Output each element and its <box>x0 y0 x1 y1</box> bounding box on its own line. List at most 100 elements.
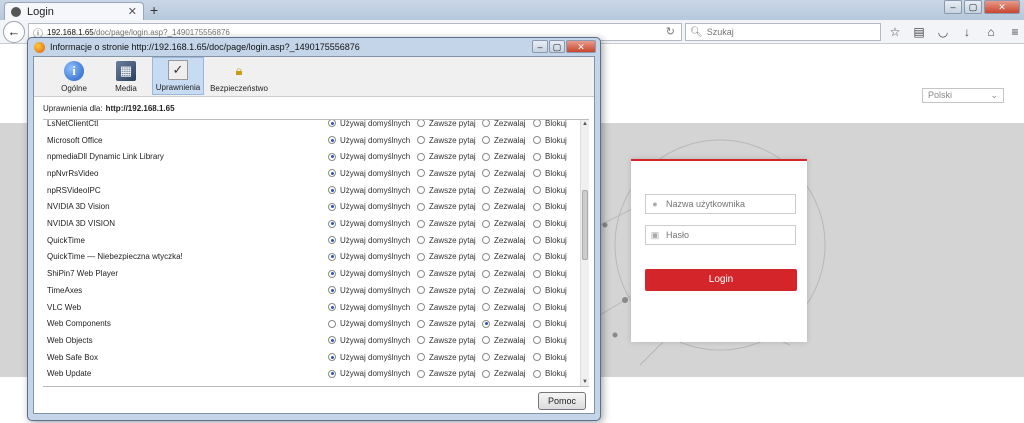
permission-option[interactable]: Zawsze pytaj <box>417 252 476 261</box>
radio-button[interactable] <box>533 269 541 278</box>
permission-option[interactable]: Używaj domyślnych <box>328 169 410 178</box>
password-input[interactable] <box>666 230 786 240</box>
permission-option[interactable]: Zawsze pytaj <box>417 219 476 228</box>
permission-option[interactable]: Używaj domyślnych <box>328 286 410 295</box>
permission-option[interactable]: Używaj domyślnych <box>328 252 410 261</box>
radio-button[interactable] <box>417 202 425 211</box>
radio-button[interactable] <box>482 286 490 295</box>
permission-option[interactable]: Zawsze pytaj <box>417 353 476 362</box>
permission-option[interactable]: Zawsze pytaj <box>417 120 476 128</box>
login-button[interactable]: Login <box>645 269 797 291</box>
menu-icon[interactable]: ≡ <box>1006 23 1024 41</box>
permission-option[interactable]: Blokuj <box>533 369 567 378</box>
radio-button[interactable] <box>328 252 336 261</box>
home-icon[interactable]: ⌂ <box>982 23 1000 41</box>
bookmark-star-icon[interactable]: ☆ <box>886 23 904 41</box>
radio-button[interactable] <box>328 202 336 211</box>
search-input[interactable] <box>706 27 876 37</box>
radio-button[interactable] <box>482 252 490 261</box>
radio-button[interactable] <box>482 186 490 195</box>
permission-option[interactable]: Zawsze pytaj <box>417 369 476 378</box>
radio-button[interactable] <box>482 152 490 161</box>
radio-button[interactable] <box>533 369 541 378</box>
permission-option[interactable]: Zezwalaj <box>482 152 526 161</box>
radio-button[interactable] <box>533 120 541 128</box>
radio-button[interactable] <box>533 336 541 345</box>
permission-option[interactable]: Zawsze pytaj <box>417 269 476 278</box>
language-select[interactable]: Polski ⌄ <box>922 88 1004 103</box>
radio-button[interactable] <box>482 319 490 328</box>
permission-option[interactable]: Blokuj <box>533 386 567 387</box>
radio-button[interactable] <box>482 353 490 362</box>
radio-button[interactable] <box>328 169 336 178</box>
permission-option[interactable]: Zawsze pytaj <box>417 136 476 145</box>
scrollbar-thumb[interactable] <box>582 190 588 260</box>
permission-option[interactable]: Blokuj <box>533 120 567 128</box>
permission-option[interactable]: Zezwalaj <box>482 120 526 128</box>
new-tab-button[interactable]: + <box>150 2 158 18</box>
permission-option[interactable]: Blokuj <box>533 252 567 261</box>
permission-option[interactable]: Zawsze pytaj <box>417 319 476 328</box>
scroll-down-icon[interactable]: ▼ <box>581 379 589 385</box>
permission-option[interactable]: Używaj domyślnych <box>328 136 410 145</box>
permission-option[interactable]: Zezwalaj <box>482 136 526 145</box>
dialog-minimize-button[interactable]: – <box>532 40 548 53</box>
radio-button[interactable] <box>417 269 425 278</box>
radio-button[interactable] <box>482 303 490 312</box>
permission-option[interactable]: Używaj domyślnych <box>328 219 410 228</box>
password-field[interactable]: ▣ <box>645 225 796 245</box>
radio-button[interactable] <box>417 336 425 345</box>
radio-button[interactable] <box>417 236 425 245</box>
permission-option[interactable]: Zezwalaj <box>482 353 526 362</box>
reload-icon[interactable]: ↻ <box>666 25 675 38</box>
radio-button[interactable] <box>328 353 336 362</box>
permission-option[interactable]: Zawsze pytaj <box>417 336 476 345</box>
close-icon[interactable]: ✕ <box>128 5 137 18</box>
radio-button[interactable] <box>533 202 541 211</box>
permission-option[interactable]: Blokuj <box>533 219 567 228</box>
permission-option[interactable]: Zawsze pytaj <box>417 152 476 161</box>
radio-button[interactable] <box>482 120 490 128</box>
maximize-button[interactable]: ▢ <box>964 0 982 14</box>
radio-button[interactable] <box>533 303 541 312</box>
permission-option[interactable]: Blokuj <box>533 152 567 161</box>
help-button[interactable]: Pomoc <box>538 392 586 410</box>
dialog-maximize-button[interactable]: ▢ <box>549 40 565 53</box>
permission-option[interactable]: Używaj domyślnych <box>328 186 410 195</box>
permission-option[interactable]: Zezwalaj <box>482 303 526 312</box>
window-close-button[interactable]: ✕ <box>984 0 1020 14</box>
radio-button[interactable] <box>533 169 541 178</box>
permission-option[interactable]: Używaj domyślnych <box>328 236 410 245</box>
radio-button[interactable] <box>533 219 541 228</box>
permission-option[interactable]: Zezwalaj <box>482 386 526 387</box>
radio-button[interactable] <box>417 286 425 295</box>
minimize-button[interactable]: – <box>944 0 962 14</box>
tab-permissions[interactable]: ✓ Uprawnienia <box>152 57 204 95</box>
list-scrollbar[interactable]: ▲ ▼ <box>580 120 589 386</box>
permission-option[interactable]: Zawsze pytaj <box>417 202 476 211</box>
permission-option[interactable]: Zezwalaj <box>482 186 526 195</box>
permission-option[interactable]: Zezwalaj <box>482 336 526 345</box>
dialog-titlebar[interactable]: Informacje o stronie http://192.168.1.65… <box>28 38 600 56</box>
radio-button[interactable] <box>328 236 336 245</box>
radio-button[interactable] <box>328 286 336 295</box>
permission-option[interactable]: Blokuj <box>533 269 567 278</box>
permission-option[interactable]: Zezwalaj <box>482 319 526 328</box>
radio-button[interactable] <box>328 369 336 378</box>
radio-button[interactable] <box>417 136 425 145</box>
permission-option[interactable]: Używaj domyślnych <box>328 353 410 362</box>
permission-option[interactable]: Zawsze pytaj <box>417 169 476 178</box>
permission-option[interactable]: Używaj domyślnych <box>328 386 410 387</box>
search-bar[interactable]: 🔍︎ <box>685 23 881 41</box>
dialog-close-button[interactable]: ✕ <box>566 40 596 53</box>
radio-button[interactable] <box>328 269 336 278</box>
radio-button[interactable] <box>417 303 425 312</box>
permission-option[interactable]: Zawsze pytaj <box>417 386 476 387</box>
reading-list-icon[interactable]: ▤ <box>910 23 928 41</box>
radio-button[interactable] <box>417 169 425 178</box>
permission-option[interactable]: Zawsze pytaj <box>417 186 476 195</box>
permission-option[interactable]: Zezwalaj <box>482 202 526 211</box>
radio-button[interactable] <box>482 336 490 345</box>
radio-button[interactable] <box>482 236 490 245</box>
radio-button[interactable] <box>417 252 425 261</box>
